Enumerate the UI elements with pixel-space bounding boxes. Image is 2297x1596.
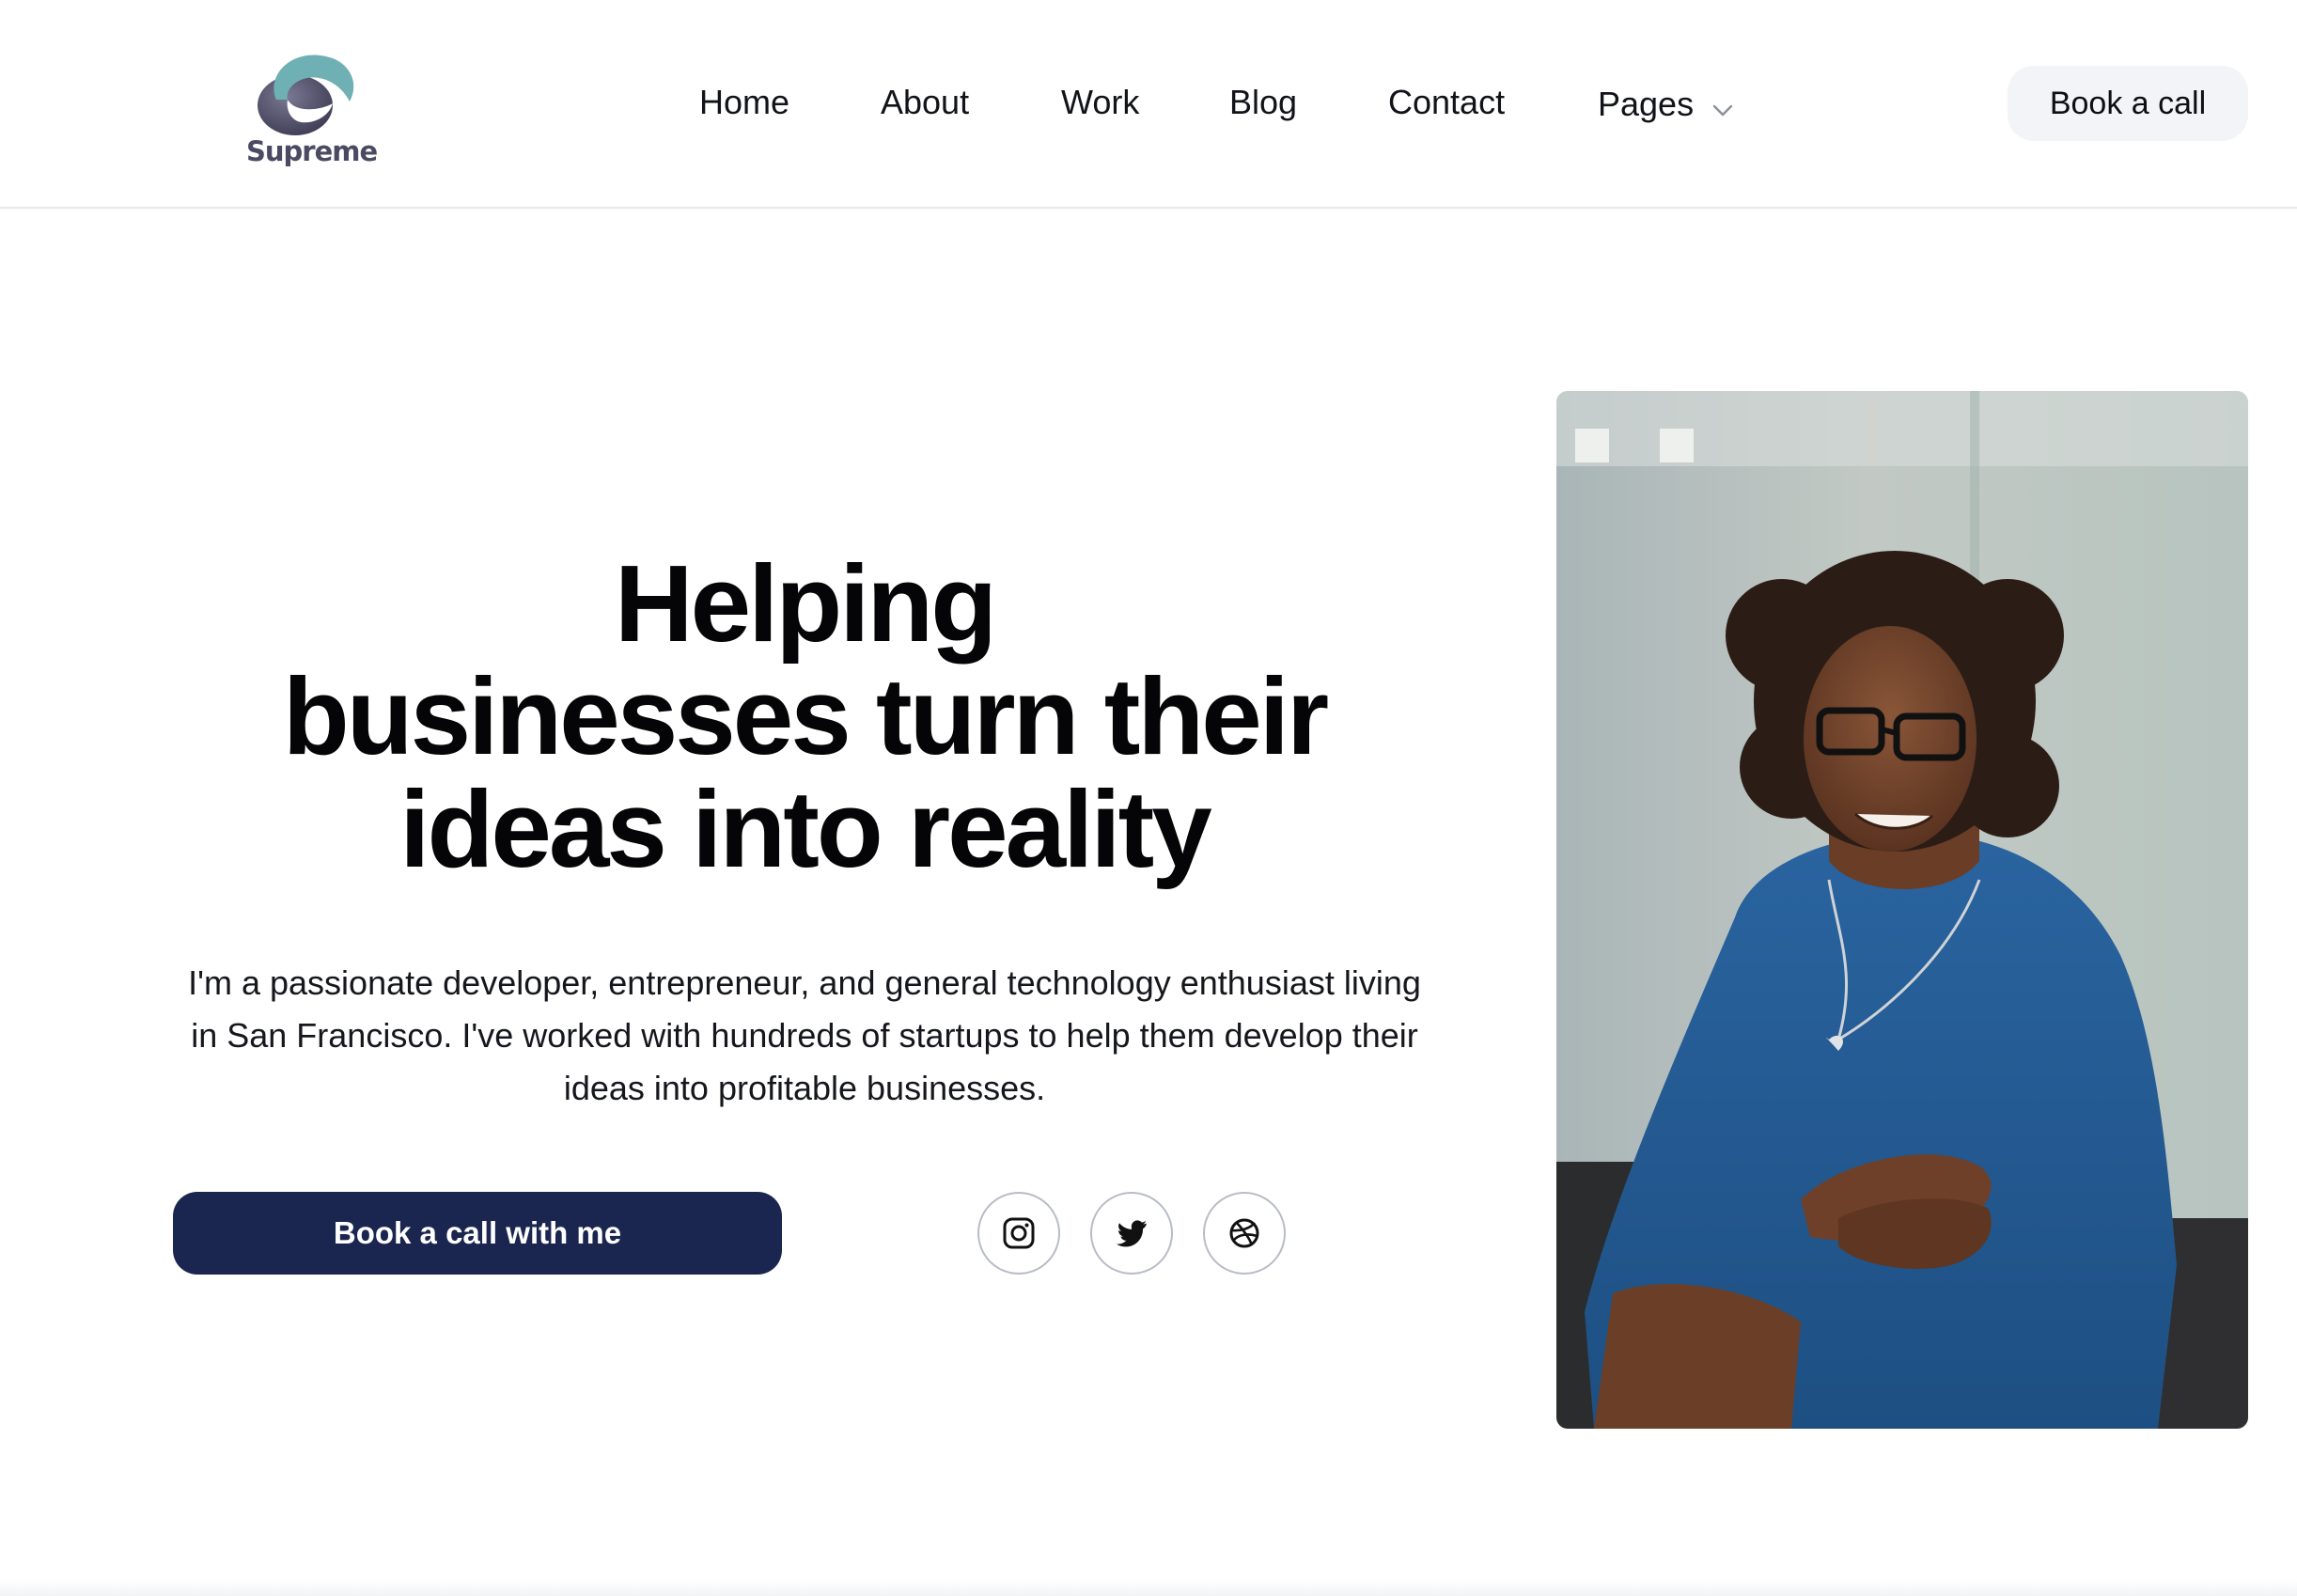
brand-logo[interactable]: Supreme [229,45,378,167]
nav-pages-label: Pages [1598,85,1695,123]
dribbble-icon [1229,1218,1259,1248]
hero-title-line-3: ideas into reality [399,768,1211,890]
book-call-button[interactable]: Book a call [2008,66,2248,141]
nav-work[interactable]: Work [1061,79,1139,126]
chevron-down-icon [1712,83,1733,130]
nav-contact[interactable]: Contact [1388,79,1505,126]
nav-blog[interactable]: Blog [1229,79,1297,126]
instagram-link[interactable] [977,1192,1060,1275]
nav-about[interactable]: About [881,79,969,126]
page: Supreme Home About Work Blog Contact Pag… [0,0,2297,1596]
site-header: Supreme Home About Work Blog Contact Pag… [0,0,2297,209]
twitter-link[interactable] [1090,1192,1173,1275]
twitter-icon [1117,1220,1147,1247]
hero-title: Helping businesses turn their ideas into… [175,547,1434,885]
hero-description: I'm a passionate developer, entrepreneur… [188,963,1421,1107]
hero-title-line-1: Helping [614,542,997,665]
portrait-photo [1556,391,2248,1429]
dribbble-link[interactable] [1203,1192,1286,1275]
instagram-icon [1003,1217,1035,1249]
logo-mark-icon [258,55,354,135]
section-divider [0,1579,2297,1596]
nav-home[interactable]: Home [699,79,789,126]
brand-name: Supreme [246,135,378,167]
book-call-with-me-button[interactable]: Book a call with me [173,1192,782,1275]
nav-pages-dropdown[interactable]: Pages [1598,81,1733,130]
hero-title-line-2: businesses turn their [282,655,1329,777]
